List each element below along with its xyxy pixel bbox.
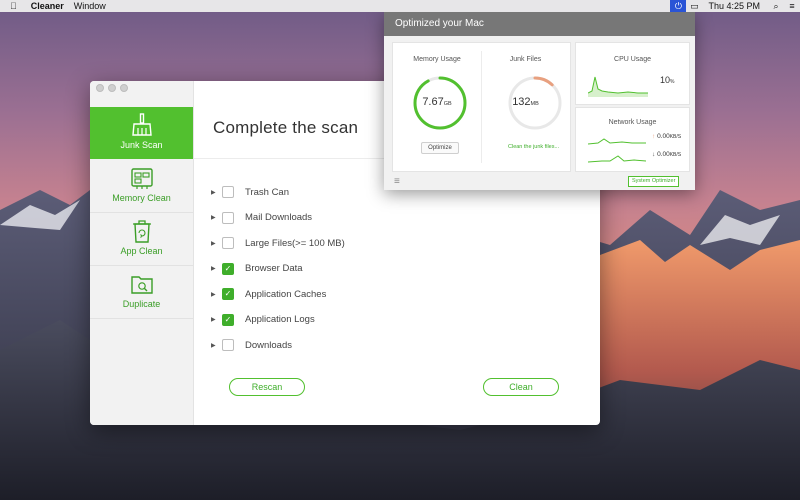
scan-item-checkbox[interactable] (222, 211, 234, 224)
cpu-value-number: 10 (660, 75, 671, 85)
download-unit: KB/S (669, 152, 682, 158)
spotlight-search-icon[interactable]: ⌕ (768, 0, 784, 12)
trash-recycle-icon (132, 220, 151, 243)
scan-item-label: Mail Downloads (245, 212, 313, 223)
expand-triangle-icon[interactable]: ▶ (211, 342, 219, 349)
scan-item-label: Trash Can (245, 186, 289, 198)
memory-value-number: 7.67 (422, 96, 444, 108)
sidebar-item-label: Junk Scan (120, 140, 163, 150)
scan-item-row[interactable]: ▶ ✓ Application Caches (211, 286, 326, 302)
memory-chip-icon (130, 168, 153, 189)
page-title: Complete the scan (213, 118, 359, 137)
system-optimizer-button[interactable]: System Optimizer (628, 176, 680, 187)
junk-files-title: Junk Files (509, 56, 542, 63)
scan-item-checkbox[interactable]: ✓ (222, 262, 234, 275)
upload-arrow-icon: ↑ (652, 133, 656, 140)
cleaner-status-icon[interactable]: ⏻ (670, 0, 687, 12)
download-sparkline (588, 155, 646, 163)
minimize-window-button[interactable] (108, 84, 116, 92)
sidebar-item-duplicate[interactable]: Duplicate (90, 266, 193, 319)
junk-value-number: 132 (512, 96, 531, 108)
junk-value-unit: MB (530, 101, 539, 107)
upload-unit: KB/S (669, 134, 682, 140)
scan-item-checkbox[interactable] (222, 186, 234, 198)
scan-item-label: Application Caches (245, 288, 327, 300)
cpu-value-unit: % (670, 79, 675, 85)
sidebar-item-app-clean[interactable]: App Clean (90, 213, 193, 266)
apple-menu-icon[interactable]:  (10, 0, 17, 12)
download-rate: ↓ 0.00KB/S (652, 151, 681, 158)
usage-card: Memory Usage 7.67GB Optimize Junk Files … (392, 42, 571, 172)
download-value: 0.00 (657, 151, 670, 158)
expand-triangle-icon[interactable]: ▶ (211, 214, 219, 221)
scan-item-checkbox[interactable]: ✓ (222, 288, 234, 300)
optimizer-title: Optimized your Mac (384, 12, 695, 36)
display-icon[interactable]: ▭ (686, 0, 702, 12)
broom-icon (131, 113, 152, 136)
scan-item-label: Downloads (245, 339, 292, 351)
upload-value: 0.00 (657, 133, 670, 140)
cpu-usage-card: CPU Usage 10% (575, 42, 690, 105)
close-window-button[interactable] (96, 84, 104, 92)
scan-item-label: Large Files(>= 100 MB) (245, 237, 345, 249)
scan-item-checkbox[interactable] (222, 339, 234, 351)
sidebar: Junk Scan Memory Clean App Clean Duplica… (90, 81, 194, 425)
window-controls (96, 84, 128, 92)
expand-triangle-icon[interactable]: ▶ (211, 291, 219, 298)
menu-bar:  Cleaner Window ⏻ ▭ Thu 4:25 PM ⌕ ≡ (0, 0, 800, 12)
folder-search-icon (130, 276, 153, 294)
expand-triangle-icon[interactable]: ▶ (211, 240, 219, 247)
sidebar-item-label: App Clean (120, 246, 163, 256)
memory-usage-title: Memory Usage (413, 56, 461, 63)
sidebar-item-label: Duplicate (122, 299, 161, 309)
sidebar-item-memory-clean[interactable]: Memory Clean (90, 160, 193, 213)
cpu-sparkline (588, 76, 648, 97)
memory-value-unit: GB (443, 101, 452, 107)
scan-item-row[interactable]: ▶ ✓ Application Logs (211, 312, 315, 328)
network-usage-card: Network Usage ↑ 0.00KB/S ↓ 0.00KB/S (575, 107, 690, 172)
scan-item-checkbox[interactable] (222, 237, 234, 249)
expand-triangle-icon[interactable]: ▶ (211, 265, 219, 272)
scan-item-row[interactable]: ▶ Downloads (211, 337, 292, 353)
network-usage-title: Network Usage (608, 119, 657, 126)
scan-item-row[interactable]: ▶ Trash Can (211, 184, 289, 200)
menu-app-name[interactable]: Cleaner (31, 0, 64, 12)
optimize-button[interactable]: Optimize (421, 142, 459, 154)
scan-item-row[interactable]: ▶ Large Files(>= 100 MB) (211, 235, 345, 251)
download-arrow-icon: ↓ (652, 151, 656, 158)
sidebar-item-label: Memory Clean (112, 193, 171, 203)
optimizer-panel: Optimized your Mac Memory Usage 7.67GB O… (384, 12, 695, 190)
settings-menu-icon[interactable]: ≡ (394, 176, 400, 187)
cpu-usage-value: 10% (660, 75, 674, 85)
memory-usage-value: 7.67GB (393, 96, 481, 108)
expand-triangle-icon[interactable]: ▶ (211, 189, 219, 196)
cpu-usage-title: CPU Usage (614, 56, 651, 63)
scan-item-label: Application Logs (245, 314, 315, 325)
scan-item-row[interactable]: ▶ ✓ Browser Data (211, 261, 303, 277)
scan-item-checkbox[interactable]: ✓ (222, 313, 234, 326)
clean-junk-link[interactable]: Clean the junk files... (508, 144, 559, 150)
scan-item-row[interactable]: ▶ Mail Downloads (211, 210, 312, 226)
junk-files-value: 132MB (481, 96, 570, 108)
expand-triangle-icon[interactable]: ▶ (211, 316, 219, 323)
sidebar-item-junk-scan[interactable]: Junk Scan (90, 107, 193, 159)
scan-item-label: Browser Data (245, 263, 303, 274)
upload-sparkline (588, 138, 646, 145)
notification-center-icon[interactable]: ≡ (784, 0, 800, 12)
menu-clock[interactable]: Thu 4:25 PM (708, 1, 760, 11)
clean-button[interactable]: Clean (483, 378, 559, 396)
zoom-window-button[interactable] (120, 84, 128, 92)
rescan-button[interactable]: Rescan (229, 378, 305, 396)
upload-rate: ↑ 0.00KB/S (652, 133, 681, 140)
menu-window[interactable]: Window (74, 0, 106, 12)
